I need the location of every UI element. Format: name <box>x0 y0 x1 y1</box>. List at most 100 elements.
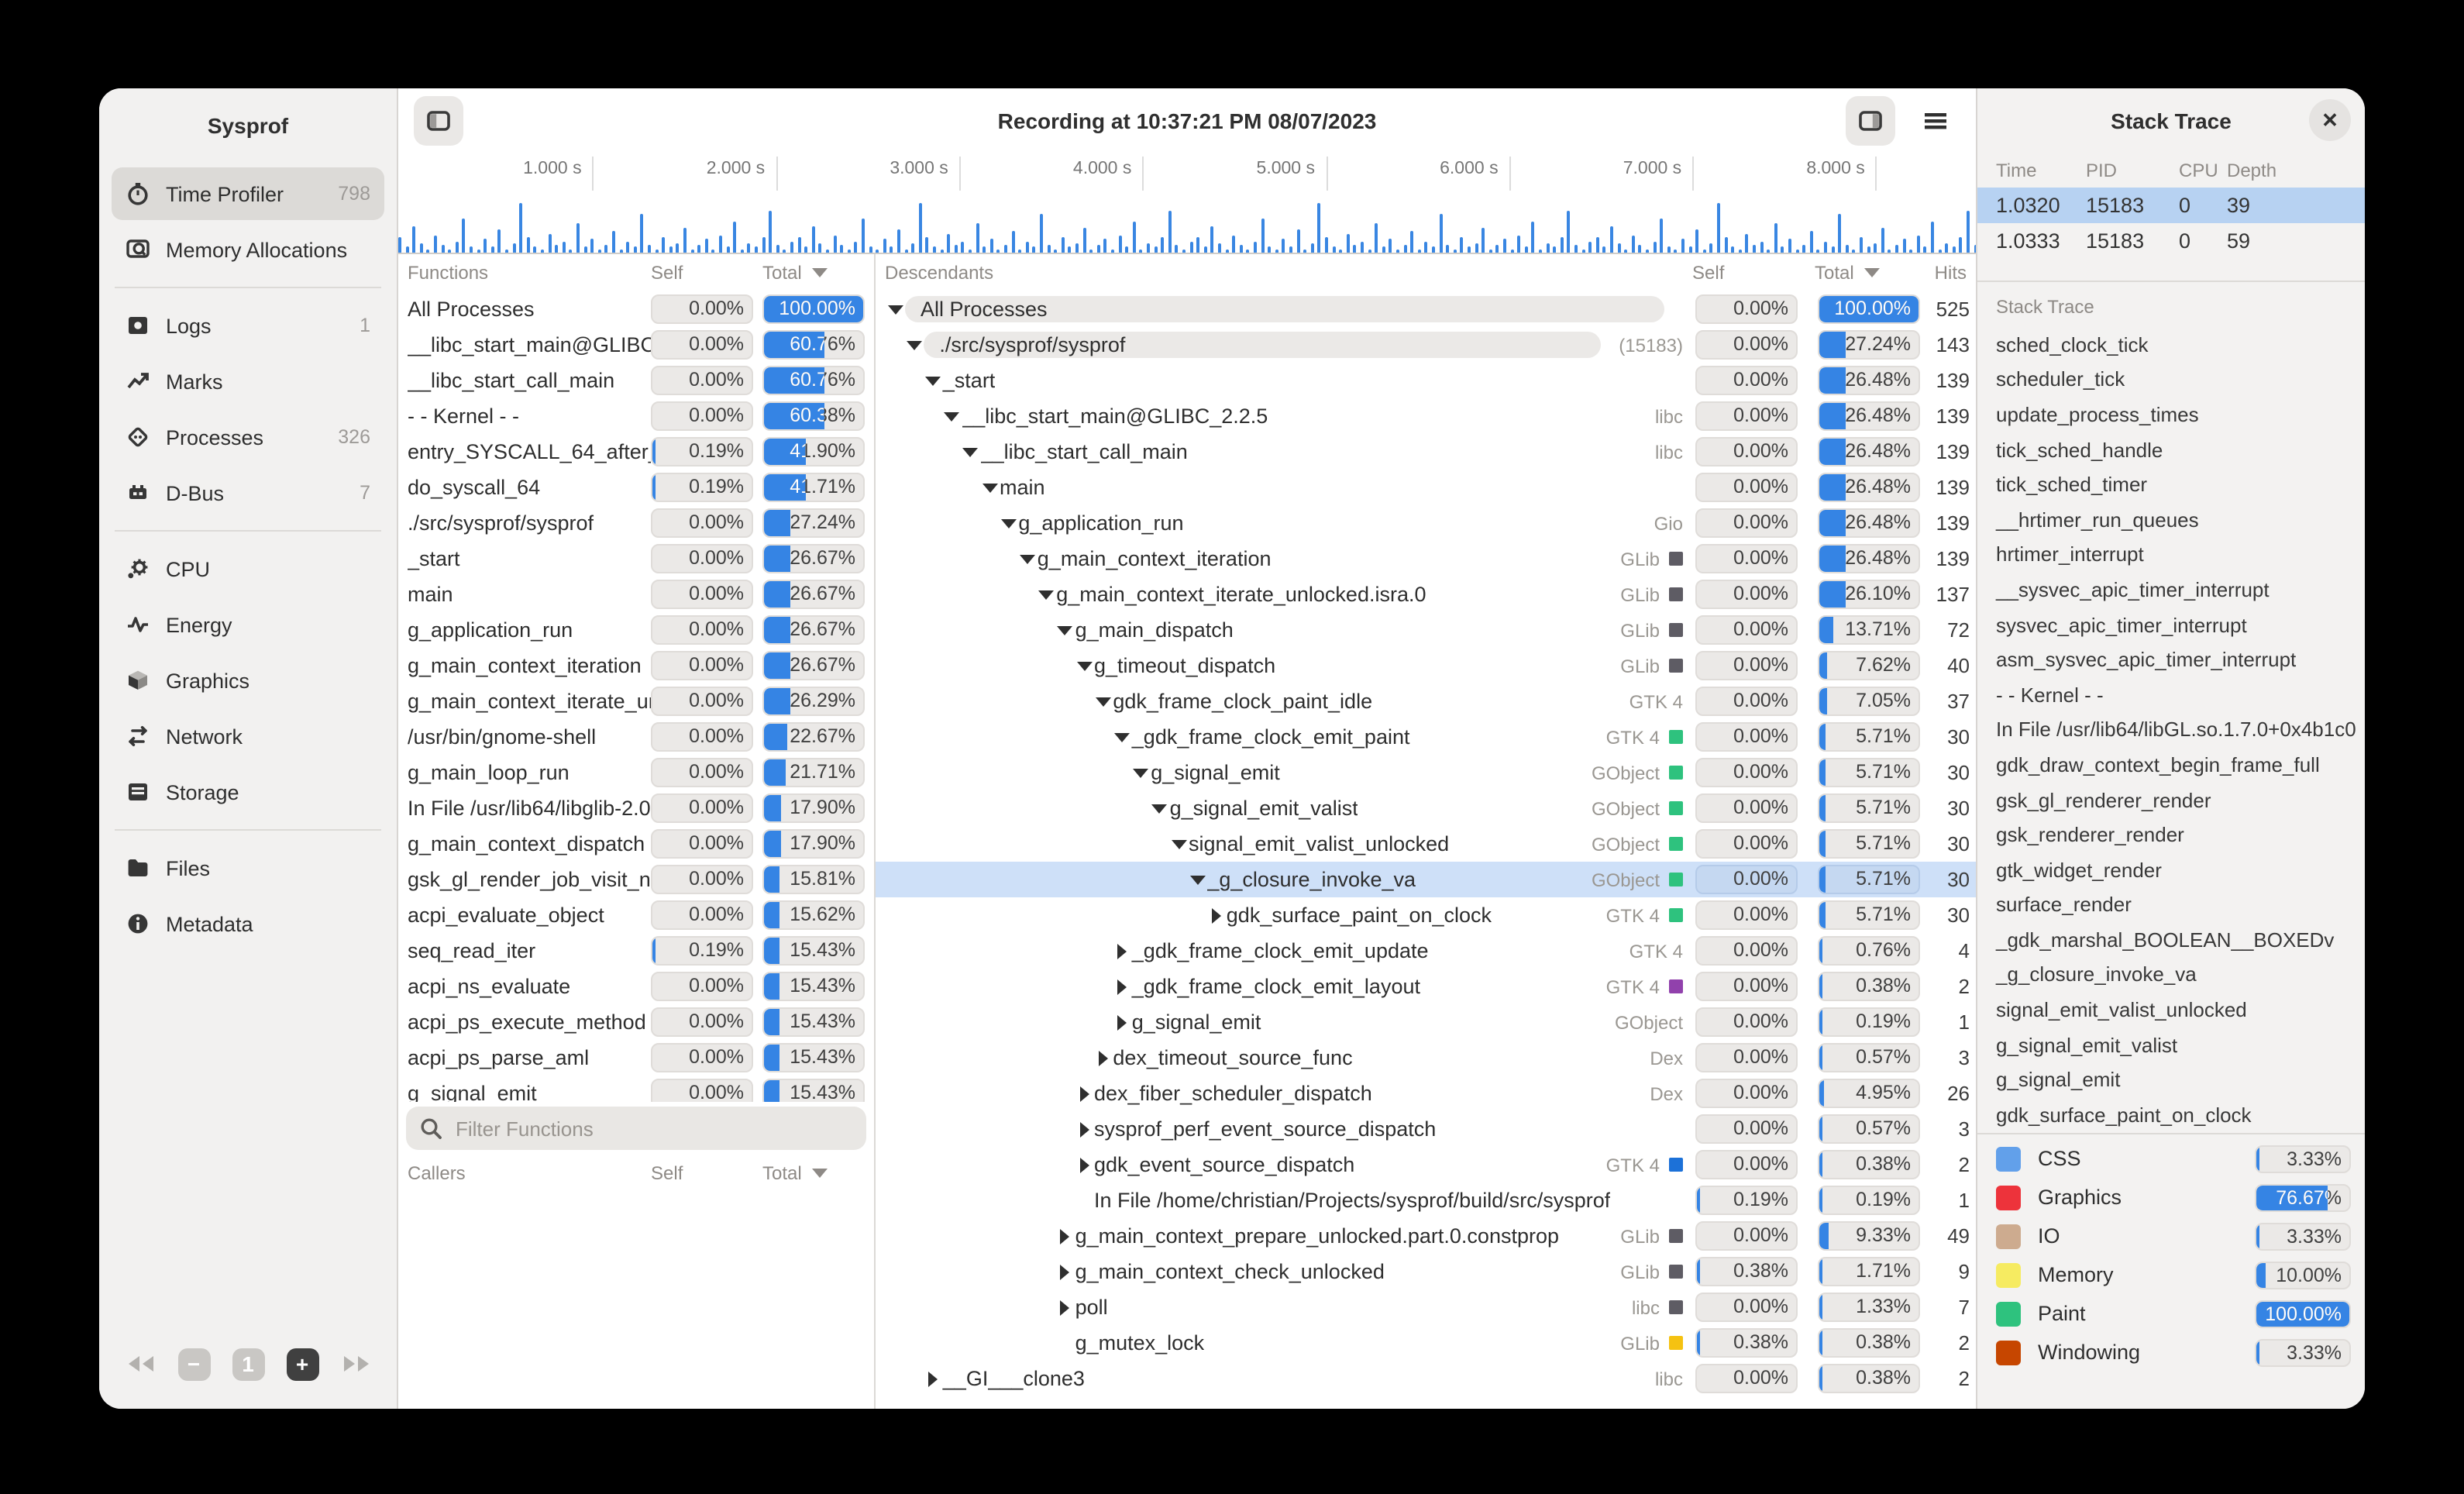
sample-row[interactable]: 1.033315183059 <box>1977 223 2365 259</box>
sidebar-item-logs[interactable]: Logs1 <box>112 299 384 352</box>
function-row[interactable]: - - Kernel - -0.00%60.38%60.38% <box>398 398 874 434</box>
function-row[interactable]: g_main_context_iterate_unlocked.isra.00.… <box>398 683 874 719</box>
function-row[interactable]: acpi_ps_parse_aml0.00%15.43%15.43% <box>398 1040 874 1076</box>
primary-menu-button[interactable] <box>1911 96 1960 146</box>
collapse-arrow-icon[interactable] <box>979 483 1000 492</box>
stack-frame[interactable]: tick_sched_handle <box>1977 432 2365 467</box>
sidebar-item-processes[interactable]: Processes326 <box>112 411 384 463</box>
function-row[interactable]: do_syscall_640.19%0.19%41.71%41.71% <box>398 470 874 505</box>
sample-row[interactable]: 1.032015183039 <box>1977 188 2365 223</box>
collapse-arrow-icon[interactable] <box>903 340 924 349</box>
descendant-row[interactable]: All Processes0.00%100.00%100.00%525 <box>876 291 1976 327</box>
stack-frame[interactable]: sched_clock_tick <box>1977 327 2365 362</box>
collapse-arrow-icon[interactable] <box>1168 839 1189 849</box>
function-row[interactable]: main0.00%26.67%26.67% <box>398 577 874 612</box>
descendant-row[interactable]: g_signal_emitGObject0.00%5.71%5.71%30 <box>876 755 1976 790</box>
hits-column-header[interactable]: Hits <box>1917 262 1967 284</box>
collapse-arrow-icon[interactable] <box>1150 804 1170 813</box>
toggle-stack-panel-button[interactable] <box>1846 96 1895 146</box>
function-row[interactable]: acpi_ns_evaluate0.00%15.43%15.43% <box>398 969 874 1004</box>
function-row[interactable]: acpi_evaluate_object0.00%15.62%15.62% <box>398 897 874 933</box>
descendant-row[interactable]: g_main_context_iterationGLib0.00%26.48%2… <box>876 541 1976 577</box>
descendants-column-header[interactable]: Descendants <box>885 262 1692 284</box>
toggle-sidebar-button[interactable] <box>414 96 463 146</box>
stack-frame[interactable]: asm_sysvec_apic_timer_interrupt <box>1977 642 2365 677</box>
stack-frame[interactable]: In File /usr/lib64/libGL.so.1.7.0+0x4b1c… <box>1977 712 2365 747</box>
zoom-in-button[interactable]: + <box>286 1348 318 1380</box>
descendant-row[interactable]: _gdk_frame_clock_emit_updateGTK 40.00%0.… <box>876 933 1976 969</box>
expand-arrow-icon[interactable] <box>1112 1014 1132 1030</box>
descendant-row[interactable]: main0.00%26.48%26.48%139 <box>876 470 1976 505</box>
expand-arrow-icon[interactable] <box>1112 943 1132 959</box>
expand-arrow-icon[interactable] <box>1112 979 1132 994</box>
descendant-row[interactable]: In File /home/christian/Projects/sysprof… <box>876 1182 1976 1218</box>
stack-frame[interactable]: gsk_renderer_render <box>1977 818 2365 852</box>
descendant-row[interactable]: gdk_event_source_dispatchGTK 40.00%0.38%… <box>876 1147 1976 1182</box>
zoom-out-button[interactable]: − <box>177 1348 210 1380</box>
filter-functions-field[interactable] <box>453 1115 852 1141</box>
sidebar-item-network[interactable]: Network <box>112 710 384 762</box>
collapse-arrow-icon[interactable] <box>998 518 1018 528</box>
descendant-row[interactable]: _gdk_frame_clock_emit_layoutGTK 40.00%0.… <box>876 969 1976 1004</box>
sidebar-item-marks[interactable]: Marks <box>112 355 384 408</box>
descendant-row[interactable]: g_main_context_prepare_unlocked.part.0.c… <box>876 1218 1976 1254</box>
function-row[interactable]: entry_SYSCALL_64_after_hwframe0.19%0.19%… <box>398 434 874 470</box>
stack-frame[interactable]: _g_closure_invoke_va <box>1977 957 2365 992</box>
descendant-row[interactable]: dex_timeout_source_funcDex0.00%0.57%0.57… <box>876 1040 1976 1076</box>
stack-frame[interactable]: surface_render <box>1977 887 2365 922</box>
stack-frame[interactable]: signal_emit_valist_unlocked <box>1977 993 2365 1028</box>
stack-frame[interactable]: gsk_gl_renderer_render <box>1977 782 2365 817</box>
total-column-header[interactable]: Total <box>762 262 865 284</box>
sidebar-item-files[interactable]: Files <box>112 842 384 894</box>
sidebar-item-storage[interactable]: Storage <box>112 766 384 818</box>
collapse-arrow-icon[interactable] <box>885 305 905 314</box>
stack-frame[interactable]: gdk_draw_context_begin_frame_full <box>1977 747 2365 782</box>
function-row[interactable]: g_main_loop_run0.00%21.71%21.71% <box>398 755 874 790</box>
stack-frame[interactable]: _gdk_marshal_BOOLEAN__BOXEDv <box>1977 922 2365 957</box>
function-row[interactable]: g_application_run0.00%26.67%26.67% <box>398 612 874 648</box>
callers-self-column-header[interactable]: Self <box>651 1162 753 1184</box>
stack-frame[interactable]: __sysvec_apic_timer_interrupt <box>1977 572 2365 607</box>
callers-total-column-header[interactable]: Total <box>762 1162 865 1184</box>
filter-functions-input[interactable] <box>406 1107 866 1150</box>
function-row[interactable]: seq_read_iter0.19%0.19%15.43%15.43% <box>398 933 874 969</box>
collapse-arrow-icon[interactable] <box>1187 875 1207 884</box>
descendants-total-column-header[interactable]: Total <box>1815 262 1917 284</box>
descendant-row[interactable]: __libc_start_main@GLIBC_2.2.5libc0.00%26… <box>876 398 1976 434</box>
collapse-arrow-icon[interactable] <box>1036 590 1056 599</box>
close-panel-button[interactable]: ✕ <box>2309 99 2351 141</box>
functions-column-header[interactable]: Functions <box>408 262 651 284</box>
descendant-row[interactable]: g_timeout_dispatchGLib0.00%7.62%7.62%40 <box>876 648 1976 683</box>
descendant-row[interactable]: polllibc0.00%1.33%1.33%7 <box>876 1289 1976 1325</box>
descendant-row[interactable]: ./src/sysprof/sysprof(15183)0.00%27.24%2… <box>876 327 1976 363</box>
descendant-row[interactable]: gdk_frame_clock_paint_idleGTK 40.00%7.05… <box>876 683 1976 719</box>
stack-frame[interactable]: gtk_widget_render <box>1977 852 2365 887</box>
collapse-arrow-icon[interactable] <box>1112 732 1132 742</box>
expand-arrow-icon[interactable] <box>1055 1300 1075 1315</box>
function-row[interactable]: __libc_start_call_main0.00%60.76%60.76% <box>398 363 874 398</box>
sidebar-item-cpu[interactable]: CPU <box>112 542 384 595</box>
sidebar-item-metadata[interactable]: Metadata <box>112 897 384 950</box>
expand-arrow-icon[interactable] <box>1093 1050 1113 1065</box>
expand-arrow-icon[interactable] <box>1074 1157 1094 1172</box>
stack-frame[interactable]: __hrtimer_run_queues <box>1977 502 2365 537</box>
stack-frame[interactable]: scheduler_tick <box>1977 362 2365 397</box>
stack-frame[interactable]: update_process_times <box>1977 397 2365 432</box>
collapse-arrow-icon[interactable] <box>1074 661 1094 670</box>
function-row[interactable]: g_main_context_iteration0.00%26.67%26.67… <box>398 648 874 683</box>
stack-frame[interactable]: hrtimer_interrupt <box>1977 537 2365 572</box>
timeline[interactable]: 1.000 s2.000 s3.000 s4.000 s5.000 s6.000… <box>398 153 1976 254</box>
stack-frame[interactable]: g_signal_emit_valist <box>1977 1028 2365 1062</box>
sidebar-item-energy[interactable]: Energy <box>112 598 384 651</box>
descendant-row[interactable]: _gdk_frame_clock_emit_paintGTK 40.00%5.7… <box>876 719 1976 755</box>
stack-frame[interactable]: - - Kernel - - <box>1977 677 2365 712</box>
descendants-self-column-header[interactable]: Self <box>1692 262 1795 284</box>
expand-arrow-icon[interactable] <box>923 1371 943 1386</box>
stack-frame[interactable]: tick_sched_timer <box>1977 467 2365 502</box>
collapse-arrow-icon[interactable] <box>1130 768 1151 777</box>
descendant-row[interactable]: __GI___clone3libc0.00%0.38%0.38%2 <box>876 1361 1976 1396</box>
descendant-row[interactable]: _g_closure_invoke_vaGObject0.00%5.71%5.7… <box>876 862 1976 897</box>
seek-forward-icon[interactable] <box>340 1355 371 1373</box>
seek-backward-icon[interactable] <box>125 1355 156 1373</box>
function-row[interactable]: __libc_start_main@GLIBC_2.2.50.00%60.76%… <box>398 327 874 363</box>
